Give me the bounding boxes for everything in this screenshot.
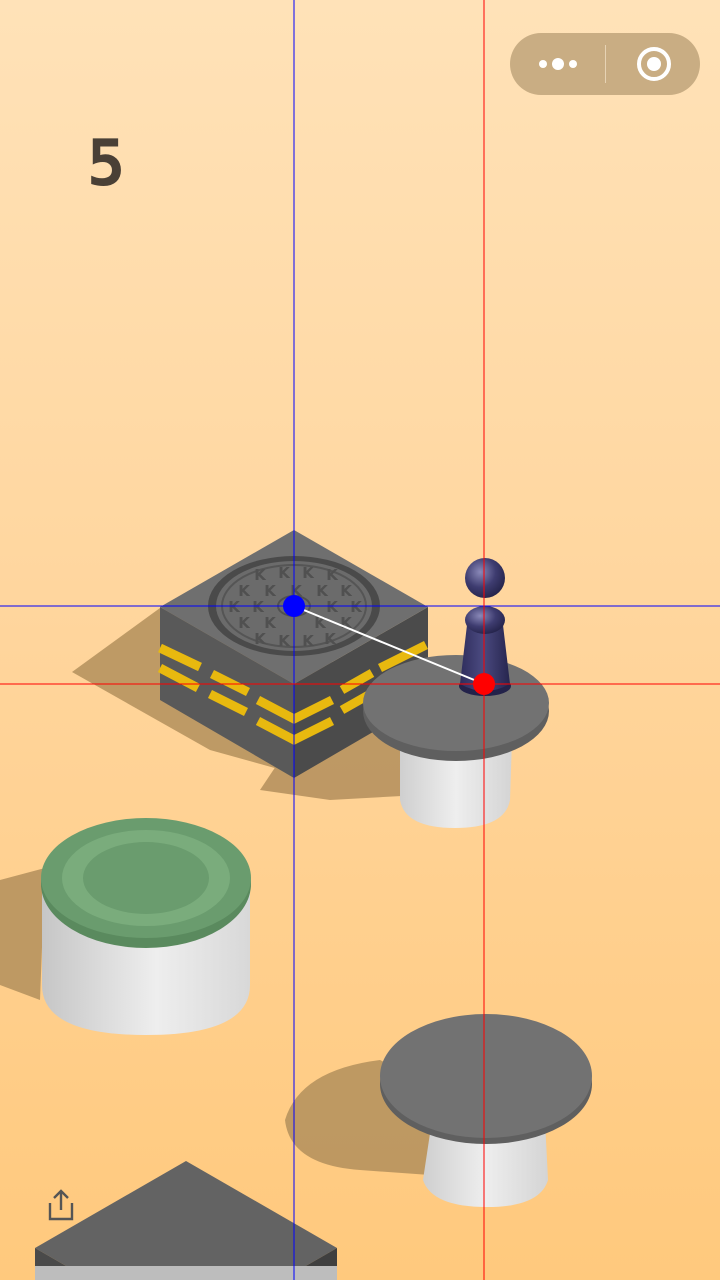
- svg-text:K: K: [302, 632, 315, 650]
- more-dots-icon: [539, 60, 547, 68]
- share-button[interactable]: [44, 1188, 78, 1224]
- share-icon: [48, 1189, 74, 1221]
- svg-text:K: K: [238, 582, 251, 600]
- svg-text:K: K: [326, 566, 339, 584]
- svg-text:K: K: [278, 564, 291, 582]
- svg-text:K: K: [264, 614, 277, 632]
- svg-text:K: K: [264, 582, 277, 600]
- mini-program-capsule: [510, 33, 700, 95]
- dark-block-platform: [35, 1161, 337, 1280]
- green-cylinder-platform: [41, 818, 251, 1035]
- more-button[interactable]: [510, 33, 604, 95]
- stool-platform-next: [380, 1014, 592, 1207]
- close-button[interactable]: [606, 33, 700, 95]
- svg-text:K: K: [324, 630, 337, 648]
- svg-text:K: K: [326, 598, 339, 616]
- stool-platform-current: [363, 655, 549, 828]
- svg-text:K: K: [254, 630, 267, 648]
- svg-text:K: K: [278, 632, 291, 650]
- player-marker: [473, 673, 495, 695]
- svg-text:K: K: [350, 598, 363, 616]
- svg-text:K: K: [302, 564, 315, 582]
- svg-text:K: K: [238, 614, 251, 632]
- score-counter: 5: [86, 127, 126, 201]
- target-marker: [283, 595, 305, 617]
